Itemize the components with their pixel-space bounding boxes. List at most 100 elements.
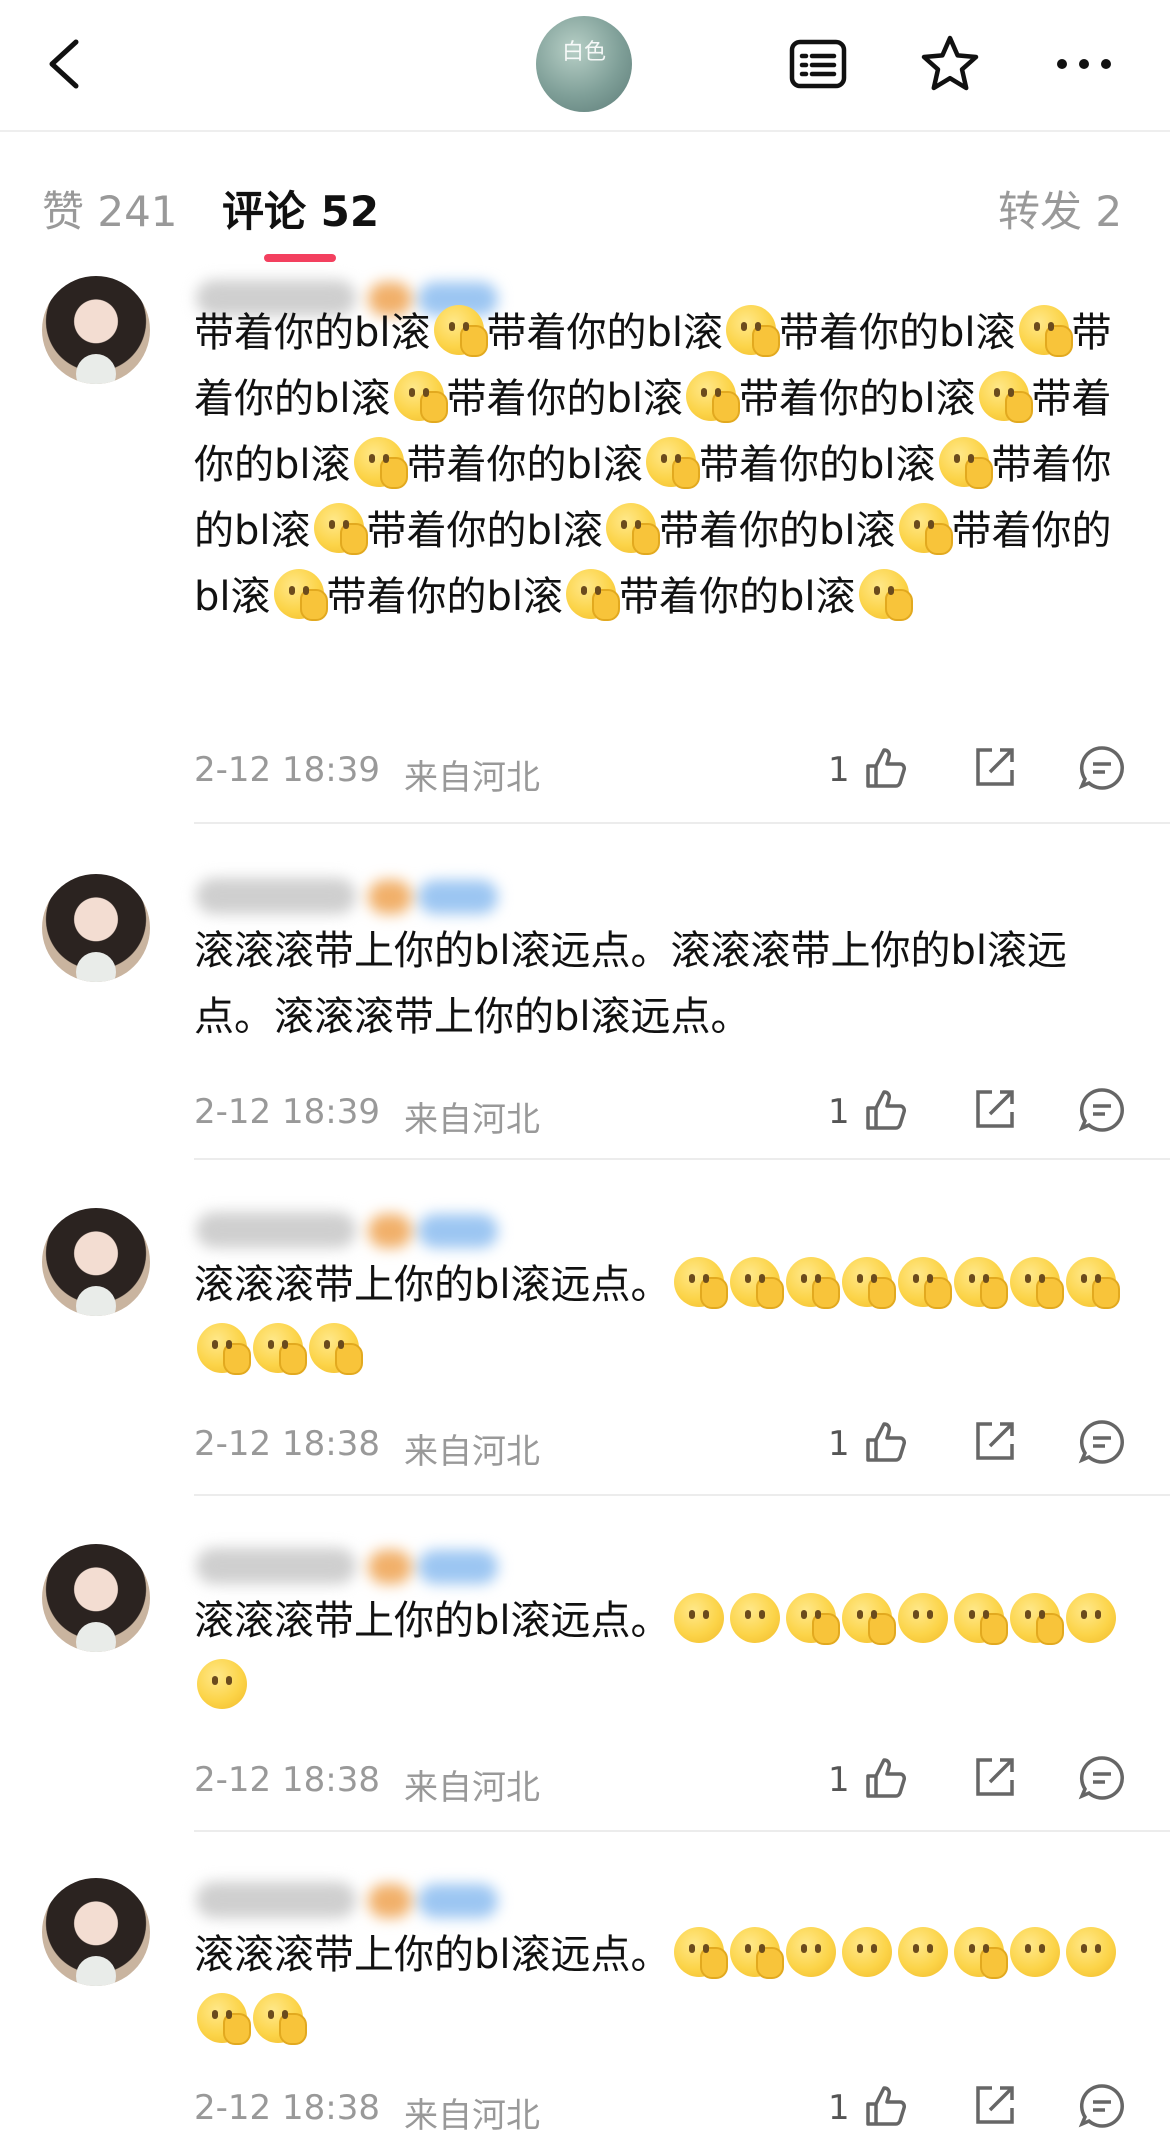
- reply-icon[interactable]: [1078, 1086, 1126, 1134]
- divider: [194, 822, 1170, 824]
- comment-meta: 2-12 18:38 来自河北 1: [194, 1754, 1126, 1808]
- logo-text: 白色: [561, 40, 606, 65]
- like-count: 1: [828, 1760, 850, 1800]
- share-icon[interactable]: [970, 1754, 1018, 1802]
- hand-over-mouth-emoji-icon: [273, 569, 328, 621]
- smile-emoji-icon: [841, 1927, 892, 1977]
- hand-over-mouth-emoji-icon: [785, 1593, 840, 1645]
- smile-emoji-icon: [1065, 1593, 1116, 1643]
- tab-comments[interactable]: 评论 52: [222, 178, 379, 239]
- commenter-name-blurred[interactable]: [196, 1544, 506, 1592]
- commenter-name-blurred[interactable]: [196, 1878, 506, 1926]
- like-count: 1: [828, 1424, 850, 1464]
- share-icon[interactable]: [970, 2082, 1018, 2130]
- like-count: 1: [828, 1092, 850, 1132]
- hand-over-mouth-emoji-icon: [313, 503, 368, 555]
- hand-over-mouth-emoji-icon: [309, 1323, 363, 1375]
- divider: [194, 1494, 1170, 1496]
- comment-text: 滚滚滚带上你的bl滚远点。: [194, 1922, 1124, 2054]
- comment-time: 2-12 18:38: [194, 1760, 380, 1800]
- comment-meta: 2-12 18:38 来自河北 1: [194, 1418, 1126, 1472]
- top-bar: 白色: [0, 0, 1170, 132]
- tab-likes[interactable]: 赞 241: [42, 178, 178, 239]
- share-icon[interactable]: [970, 744, 1018, 792]
- comment-location: 来自河北: [404, 1432, 540, 1472]
- comment-text: 带着你的bl滚 带着你的bl滚 带着你的bl滚 带着你的bl滚 带着你的bl滚 带着你的b…: [194, 300, 1124, 630]
- hand-over-mouth-emoji-icon: [841, 1593, 896, 1645]
- smile-emoji-icon: [197, 1659, 247, 1709]
- comment-time: 2-12 18:39: [194, 750, 380, 790]
- avatar[interactable]: [42, 1208, 150, 1316]
- comment-text: 滚滚滚带上你的bl滚远点。: [194, 1252, 1124, 1384]
- star-icon[interactable]: [920, 34, 980, 94]
- hand-over-mouth-emoji-icon: [1009, 1257, 1064, 1309]
- hand-over-mouth-emoji-icon: [953, 1593, 1008, 1645]
- reply-icon[interactable]: [1078, 744, 1126, 792]
- thumbs-up-icon[interactable]: [862, 1418, 910, 1466]
- active-tab-indicator: [264, 254, 336, 262]
- smile-emoji-icon: [673, 1593, 724, 1643]
- hand-over-mouth-emoji-icon: [566, 569, 621, 621]
- hand-over-mouth-emoji-icon: [253, 1993, 307, 2045]
- hand-over-mouth-emoji-icon: [953, 1927, 1008, 1979]
- avatar[interactable]: [42, 874, 150, 982]
- more-icon[interactable]: [1054, 34, 1114, 94]
- comment-location: 来自河北: [404, 1100, 540, 1140]
- thumbs-up-icon[interactable]: [862, 1086, 910, 1134]
- smile-emoji-icon: [897, 1927, 948, 1977]
- hand-over-mouth-emoji-icon: [646, 437, 701, 489]
- smile-emoji-icon: [729, 1593, 780, 1643]
- back-arrow-icon[interactable]: [40, 36, 92, 92]
- hand-over-mouth-emoji-icon: [673, 1257, 728, 1309]
- hand-over-mouth-emoji-icon: [197, 1323, 251, 1375]
- hand-over-mouth-emoji-icon: [253, 1323, 307, 1375]
- like-count: 1: [828, 2088, 850, 2128]
- group-logo[interactable]: 白色: [536, 16, 632, 112]
- comment-time: 2-12 18:38: [194, 1424, 380, 1464]
- like-count: 1: [828, 750, 850, 790]
- hand-over-mouth-emoji-icon: [953, 1257, 1008, 1309]
- hand-over-mouth-emoji-icon: [897, 1257, 952, 1309]
- hand-over-mouth-emoji-icon: [938, 437, 993, 489]
- hand-over-mouth-emoji-icon: [686, 371, 741, 423]
- avatar[interactable]: [42, 1878, 150, 1986]
- comment-time: 2-12 18:39: [194, 1092, 380, 1132]
- thumbs-up-icon[interactable]: [862, 744, 910, 792]
- reply-icon[interactable]: [1078, 1754, 1126, 1802]
- smile-emoji-icon: [1009, 1927, 1060, 1977]
- comment-meta: 2-12 18:39 来自河北 1: [194, 744, 1126, 798]
- hand-over-mouth-emoji-icon: [197, 1993, 251, 2045]
- reply-icon[interactable]: [1078, 1418, 1126, 1466]
- divider: [194, 1158, 1170, 1160]
- avatar[interactable]: [42, 276, 150, 384]
- list-icon[interactable]: [788, 34, 848, 94]
- hand-over-mouth-emoji-icon: [1065, 1257, 1120, 1309]
- hand-over-mouth-emoji-icon: [785, 1257, 840, 1309]
- commenter-name-blurred[interactable]: [196, 874, 506, 922]
- share-icon[interactable]: [970, 1418, 1018, 1466]
- hand-over-mouth-emoji-icon: [1018, 305, 1073, 357]
- avatar[interactable]: [42, 1544, 150, 1652]
- comment-location: 来自河北: [404, 2096, 540, 2136]
- hand-over-mouth-emoji-icon: [353, 437, 408, 489]
- thumbs-up-icon[interactable]: [862, 2082, 910, 2130]
- tab-bar: 赞 241 评论 52 转发 2: [0, 150, 1170, 270]
- hand-over-mouth-emoji-icon: [673, 1927, 728, 1979]
- hand-over-mouth-emoji-icon: [729, 1257, 784, 1309]
- thumbs-up-icon[interactable]: [862, 1754, 910, 1802]
- smile-emoji-icon: [897, 1593, 948, 1643]
- smile-emoji-icon: [785, 1927, 836, 1977]
- comment-text: 滚滚滚带上你的bl滚远点。: [194, 1588, 1124, 1720]
- tab-reposts[interactable]: 转发 2: [998, 178, 1122, 239]
- reply-icon[interactable]: [1078, 2082, 1126, 2130]
- divider: [194, 1830, 1170, 1832]
- comment-location: 来自河北: [404, 1768, 540, 1808]
- comment-time: 2-12 18:38: [194, 2088, 380, 2128]
- share-icon[interactable]: [970, 1086, 1018, 1134]
- hand-over-mouth-emoji-icon: [393, 371, 448, 423]
- commenter-name-blurred[interactable]: [196, 1208, 506, 1256]
- hand-over-mouth-emoji-icon: [726, 305, 781, 357]
- hand-over-mouth-emoji-icon: [606, 503, 661, 555]
- comment-meta: 2-12 18:38 来自河北 1: [194, 2082, 1126, 2136]
- hand-over-mouth-emoji-icon: [729, 1927, 784, 1979]
